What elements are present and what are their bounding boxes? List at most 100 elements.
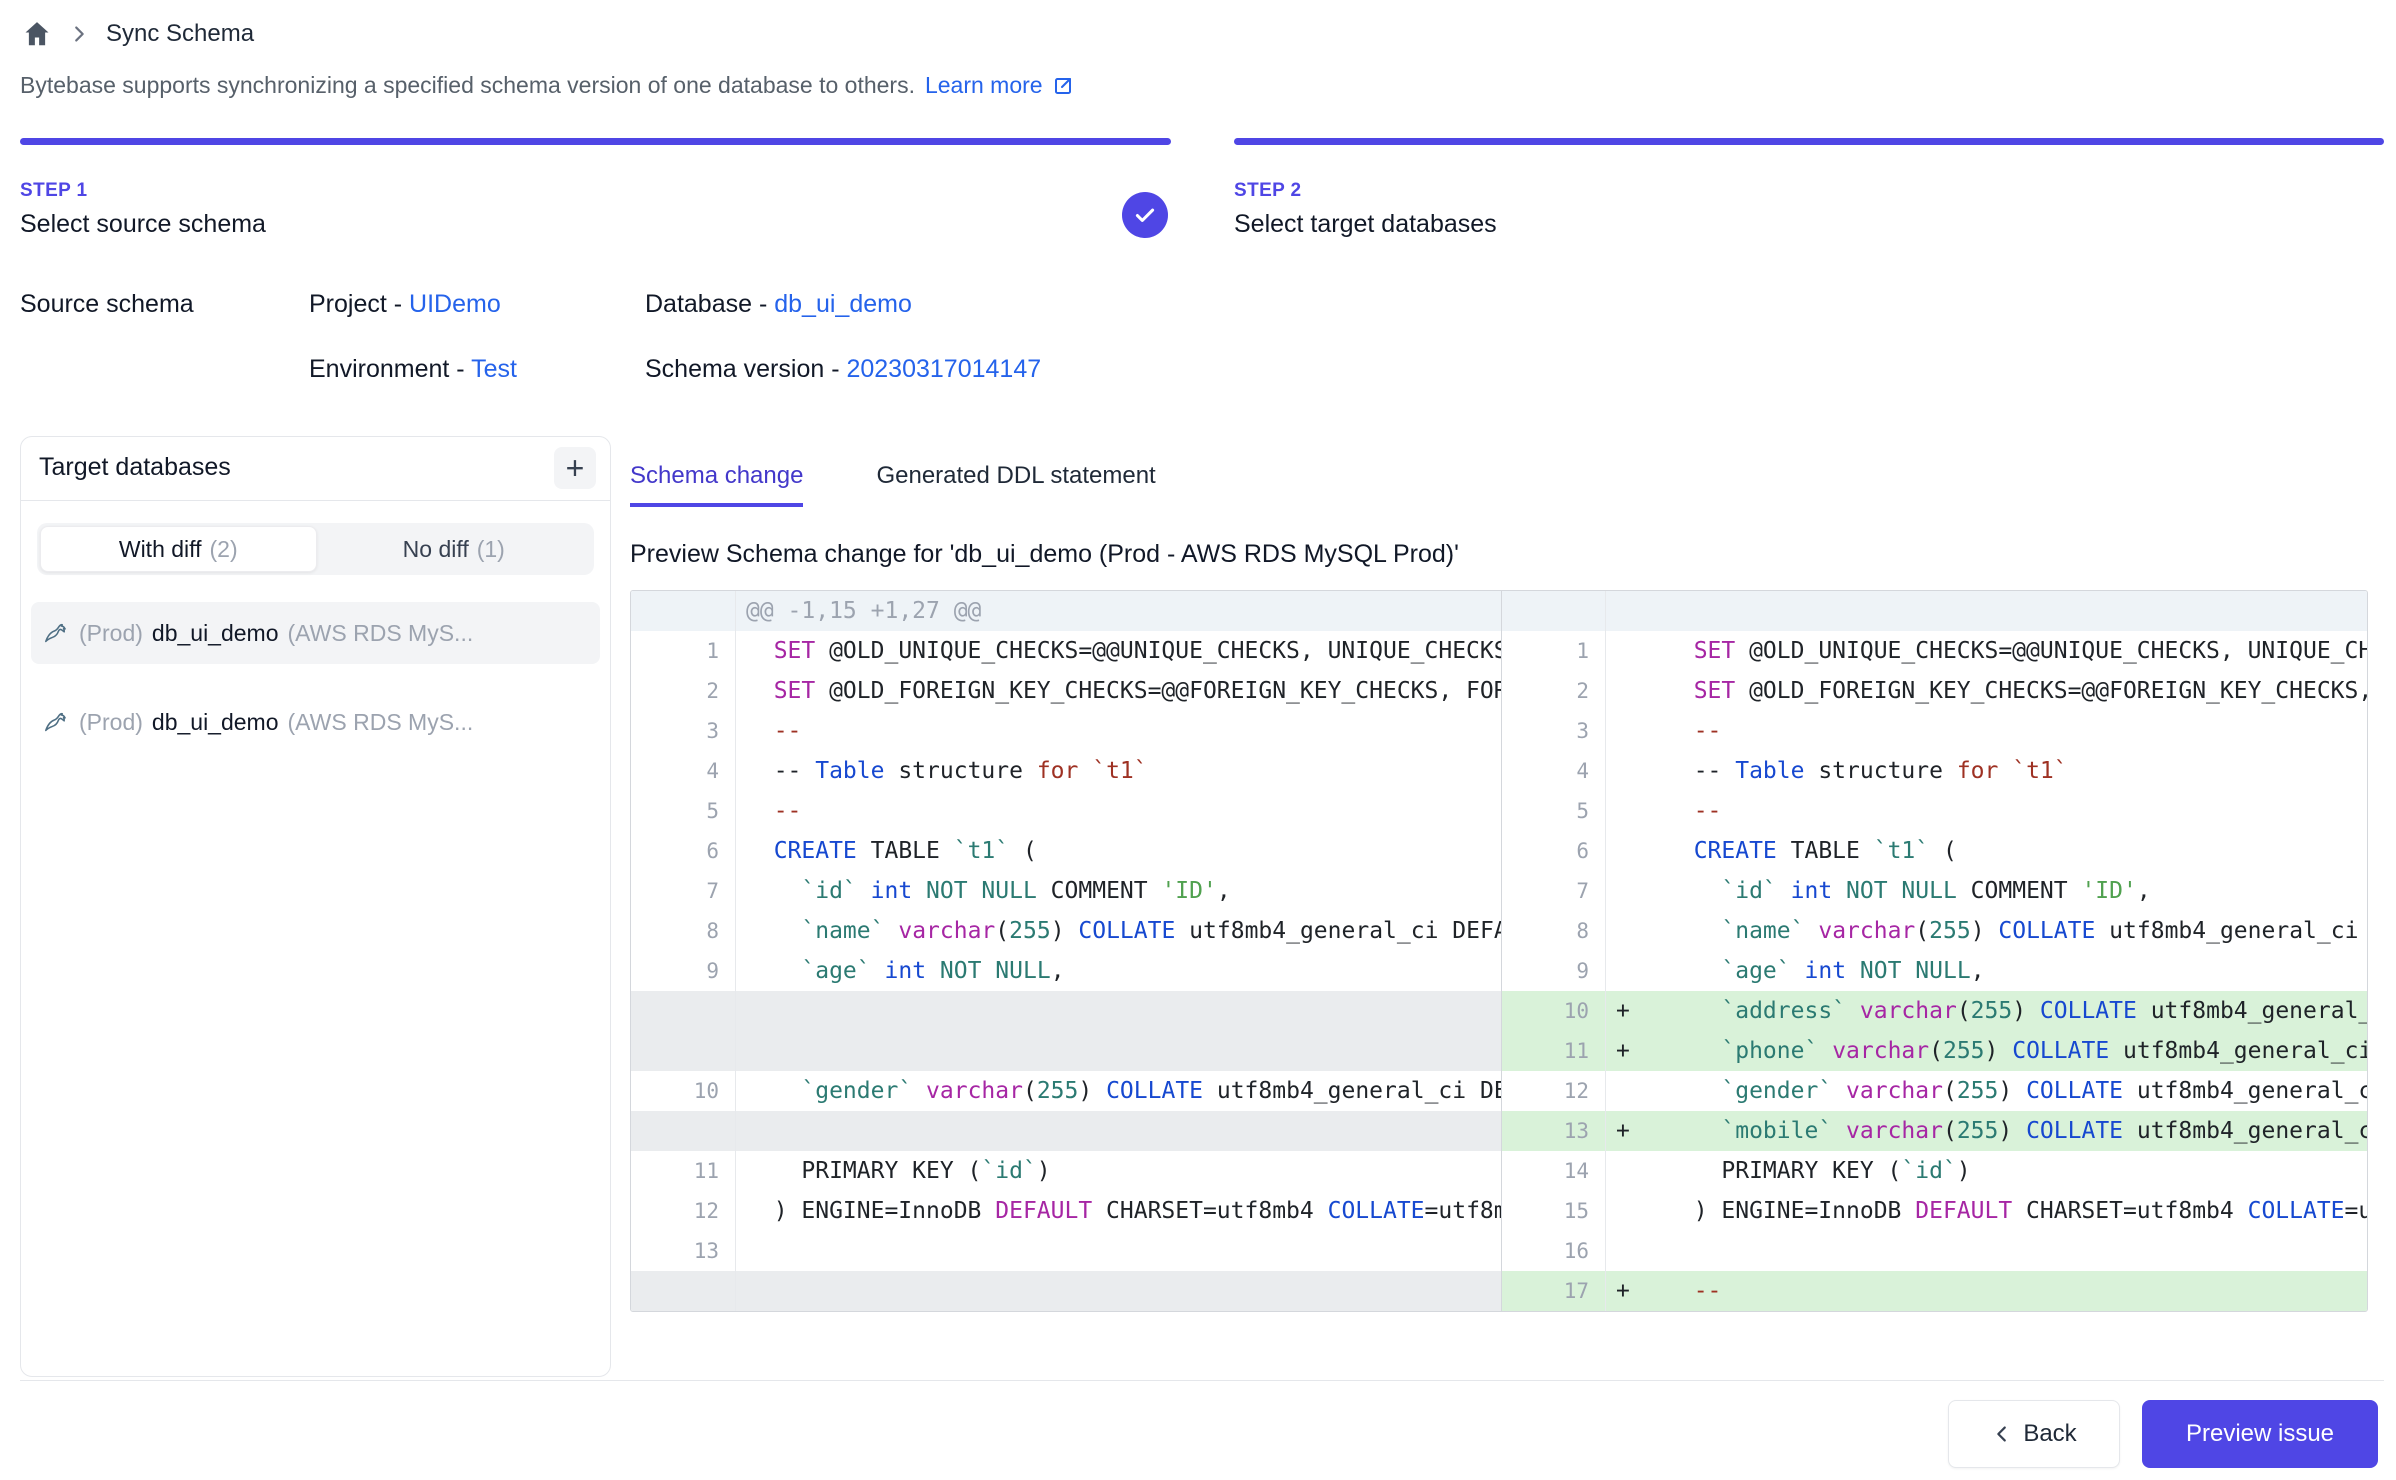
tab-with-diff[interactable]: With diff(2) <box>40 526 317 572</box>
target-databases-title: Target databases <box>39 453 231 482</box>
line-number: 9 <box>1501 951 1606 991</box>
diff-row: 8 `name` varchar(255) COLLATE utf8mb4_ge… <box>631 911 2367 951</box>
code-line: `phone` varchar(255) COLLATE utf8mb4_gen… <box>1656 1031 2367 1071</box>
line-number: 7 <box>631 871 736 911</box>
line-number: 10 <box>631 1071 736 1111</box>
code-line: ) ENGINE=InnoDB DEFAULT CHARSET=utf8mb4 … <box>736 1191 1501 1231</box>
target-database-item[interactable]: (Prod) db_ui_demo (AWS RDS MyS... <box>31 691 600 753</box>
diff-row: 5--5-- <box>631 791 2367 831</box>
breadcrumb-separator-icon <box>68 23 90 45</box>
code-line: `mobile` varchar(255) COLLATE utf8mb4_ge… <box>1656 1111 2367 1151</box>
preview-schema-change-title: Preview Schema change for 'db_ui_demo (P… <box>630 540 1459 569</box>
line-number: 11 <box>631 1151 736 1191</box>
add-target-database-button[interactable]: + <box>554 447 596 489</box>
diff-marker <box>1606 1151 1656 1191</box>
home-icon[interactable] <box>22 19 52 49</box>
diff-marker: + <box>1606 991 1656 1031</box>
target-databases-header: Target databases + <box>21 437 610 501</box>
diff-row: 10 `gender` varchar(255) COLLATE utf8mb4… <box>631 1071 2367 1111</box>
with-diff-count: (2) <box>210 536 238 563</box>
code-line: ) ENGINE=InnoDB DEFAULT CHARSET=utf8mb4 … <box>1656 1191 2367 1231</box>
code-line: -- <box>1656 1271 2367 1311</box>
line-number: 7 <box>1501 871 1606 911</box>
diff-filter-tabs: With diff(2) No diff(1) <box>37 523 594 575</box>
step1-progress-bar <box>20 138 1171 145</box>
code-line: -- Table structure for `t1` <box>736 751 1501 791</box>
line-number: 16 <box>1501 1231 1606 1271</box>
diff-row: 11+ `phone` varchar(255) COLLATE utf8mb4… <box>631 1031 2367 1071</box>
code-line <box>736 1231 1501 1271</box>
source-environment-field: Environment - Test <box>309 355 517 384</box>
line-number <box>631 1111 736 1151</box>
line-number <box>631 1271 736 1311</box>
diff-row: 4-- Table structure for `t1`4-- Table st… <box>631 751 2367 791</box>
line-number: 2 <box>631 671 736 711</box>
line-number: 8 <box>631 911 736 951</box>
line-number: 15 <box>1501 1191 1606 1231</box>
line-number: 1 <box>631 631 736 671</box>
schema-version-link[interactable]: 20230317014147 <box>846 355 1041 383</box>
line-number: 1 <box>1501 631 1606 671</box>
external-link-icon <box>1051 74 1075 98</box>
diff-marker: + <box>1606 1111 1656 1151</box>
diff-marker <box>1606 871 1656 911</box>
code-line: SET @OLD_FOREIGN_KEY_CHECKS=@@FOREIGN_KE… <box>1656 671 2367 711</box>
code-line: -- <box>1656 791 2367 831</box>
diff-marker <box>1606 631 1656 671</box>
target-databases-panel: Target databases + With diff(2) No diff(… <box>20 436 611 1377</box>
database-link[interactable]: db_ui_demo <box>774 290 912 318</box>
diff-marker <box>1606 951 1656 991</box>
line-number: 10 <box>1501 991 1606 1031</box>
step2-progress-bar <box>1234 138 2384 145</box>
line-number-gutter <box>631 591 736 631</box>
line-number <box>631 991 736 1031</box>
code-line: -- <box>736 711 1501 751</box>
line-number: 11 <box>1501 1031 1606 1071</box>
diff-row: 6CREATE TABLE `t1` (6CREATE TABLE `t1` ( <box>631 831 2367 871</box>
preview-issue-button[interactable]: Preview issue <box>2142 1400 2378 1468</box>
diff-row: 7 `id` int NOT NULL COMMENT 'ID',7 `id` … <box>631 871 2367 911</box>
code-line: `age` int NOT NULL, <box>1656 951 2367 991</box>
environment-link[interactable]: Test <box>471 355 517 383</box>
diff-marker <box>1606 711 1656 751</box>
diff-table: @@ -1,15 +1,27 @@1SET @OLD_UNIQUE_CHECKS… <box>631 591 2367 1311</box>
step2-label: STEP 2 <box>1234 180 1302 202</box>
code-line: CREATE TABLE `t1` ( <box>1656 831 2367 871</box>
code-line <box>736 991 1501 1031</box>
line-number: 14 <box>1501 1151 1606 1191</box>
tab-schema-change[interactable]: Schema change <box>630 462 803 507</box>
code-line: -- Table structure for `t1` <box>1656 751 2367 791</box>
tab-no-diff[interactable]: No diff(1) <box>317 526 592 572</box>
diff-row: 9 `age` int NOT NULL,9 `age` int NOT NUL… <box>631 951 2367 991</box>
target-database-item[interactable]: (Prod) db_ui_demo (AWS RDS MyS... <box>31 602 600 664</box>
line-number: 4 <box>631 751 736 791</box>
diff-marker <box>1606 911 1656 951</box>
line-number: 5 <box>1501 791 1606 831</box>
code-line: CREATE TABLE `t1` ( <box>736 831 1501 871</box>
mysql-icon <box>43 709 70 736</box>
line-number: 6 <box>631 831 736 871</box>
project-link[interactable]: UIDemo <box>409 290 501 318</box>
line-number-gutter <box>1501 591 1606 631</box>
diff-marker <box>1606 1071 1656 1111</box>
source-schema-version-field: Schema version - 20230317014147 <box>645 355 1041 384</box>
line-number: 4 <box>1501 751 1606 791</box>
diff-marker <box>1606 751 1656 791</box>
line-number: 2 <box>1501 671 1606 711</box>
code-line: -- <box>1656 711 2367 751</box>
sync-schema-page: Sync Schema Bytebase supports synchroniz… <box>0 0 2396 1480</box>
page-title: Sync Schema <box>106 20 254 48</box>
tab-generated-ddl[interactable]: Generated DDL statement <box>876 462 1155 507</box>
plus-icon: + <box>566 450 585 486</box>
diff-marker <box>1606 671 1656 711</box>
diff-row: 3--3-- <box>631 711 2367 751</box>
learn-more-link[interactable]: Learn more <box>925 72 1075 99</box>
code-line: `name` varchar(255) COLLATE utf8mb4_gene… <box>736 911 1501 951</box>
code-line: `age` int NOT NULL, <box>736 951 1501 991</box>
line-number: 13 <box>1501 1111 1606 1151</box>
back-button[interactable]: Back <box>1948 1400 2120 1468</box>
source-database-field: Database - db_ui_demo <box>645 290 912 319</box>
diff-marker <box>1606 1231 1656 1271</box>
diff-hunk-header-row: @@ -1,15 +1,27 @@ <box>631 591 2367 631</box>
description-text: Bytebase supports synchronizing a specif… <box>20 72 915 99</box>
